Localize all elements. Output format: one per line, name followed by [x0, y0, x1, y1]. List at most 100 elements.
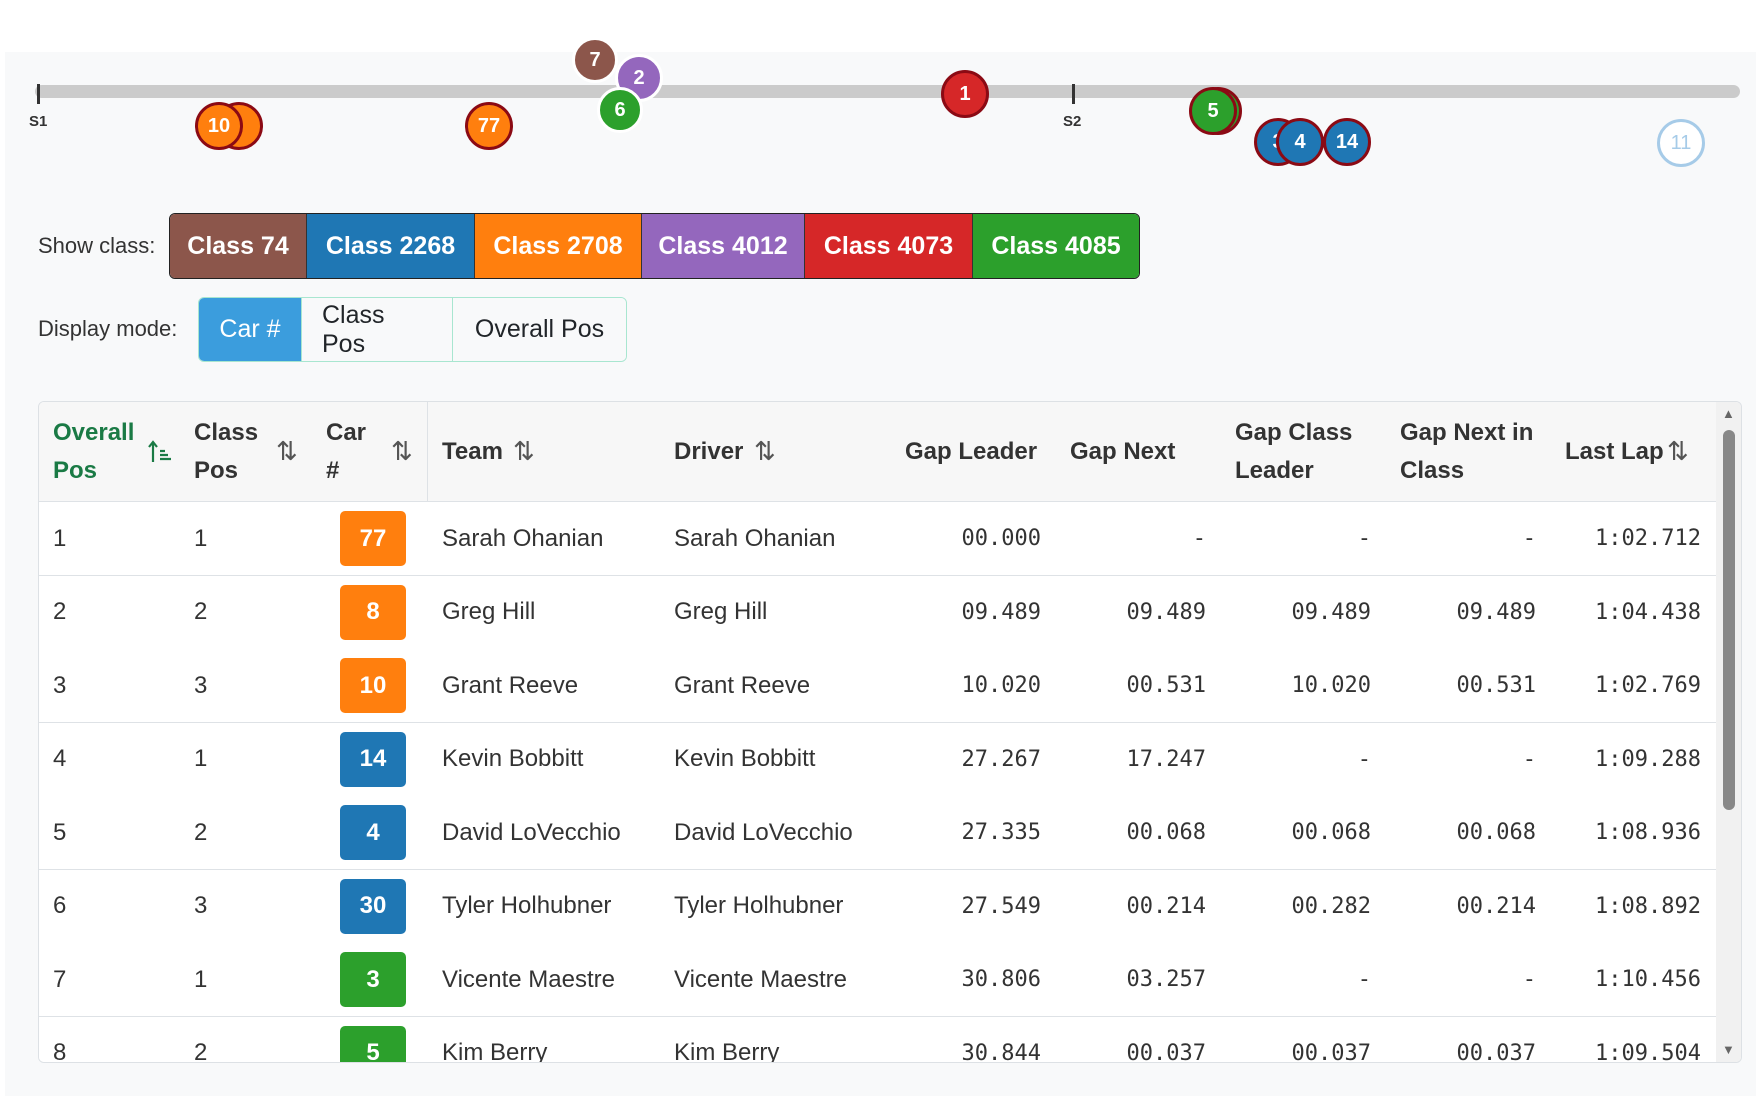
header-gap-leader[interactable]: Gap Leader	[905, 402, 1037, 501]
team-cell: David LoVecchio	[442, 818, 621, 846]
overall-cell: 2	[53, 598, 67, 625]
standings-table: Overall Pos Class Pos ⇅ Car # ⇅ Team ⇅ Driv…	[38, 401, 1742, 1063]
table-row[interactable]: 7 1 3 Vicente Maestre Vicente Maestre 30.806 0…	[39, 943, 1716, 1017]
gap-class-leader-cell: 10.020	[1291, 673, 1371, 698]
header-car[interactable]: Car #	[326, 402, 376, 501]
gap-next-in-class-cell: 00.214	[1456, 893, 1536, 919]
class-pos-cell: 2	[194, 1039, 208, 1063]
class-filter-button[interactable]: Class 4085	[973, 214, 1139, 278]
table-scrollbar[interactable]: ▲ ▼	[1716, 402, 1741, 1062]
class-filter-button[interactable]: Class 4012	[642, 214, 805, 278]
class-filter-button[interactable]: Class 4073	[805, 214, 973, 278]
car-marker[interactable]: 10	[195, 102, 243, 150]
team-cell: Greg Hill	[442, 598, 536, 625]
class-pos-cell: 1	[194, 745, 208, 772]
gap-leader-cell: 30.844	[961, 1040, 1041, 1063]
gap-next-cell: 00.068	[1126, 820, 1206, 845]
header-text: Car	[326, 418, 367, 446]
car-cell: 30	[340, 870, 410, 943]
gap-leader-cell: 27.549	[961, 893, 1041, 919]
car-marker[interactable]: 6	[597, 87, 643, 133]
scroll-down-icon[interactable]: ▼	[1722, 1042, 1735, 1057]
sort-icon[interactable]: ⇅	[513, 402, 535, 501]
team-cell: Kevin Bobbitt	[442, 745, 584, 772]
class-filter-group: Class 74 Class 2268 Class 2708 Class 401…	[169, 213, 1140, 279]
overall-cell: 5	[53, 818, 67, 846]
sort-icon[interactable]: ⇅	[391, 402, 413, 501]
driver-cell: Greg Hill	[674, 598, 768, 625]
scrollbar-thumb[interactable]	[1723, 430, 1735, 810]
header-gap-next-in-class[interactable]: Gap Next in Class	[1400, 402, 1533, 501]
gap-next-in-class-cell: -	[1522, 526, 1536, 551]
car-number-badge: 4	[340, 805, 406, 860]
class-filter-button[interactable]: Class 74	[170, 214, 307, 278]
gap-next-cell: 17.247	[1126, 746, 1206, 772]
gap-next-cell: 03.257	[1126, 967, 1206, 992]
gap-next-cell: 00.037	[1126, 1040, 1206, 1063]
team-cell: Kim Berry	[442, 1039, 548, 1063]
overall-cell: 1	[53, 524, 67, 552]
team-cell: Sarah Ohanian	[442, 524, 604, 552]
class-pos-cell: 3	[194, 671, 208, 699]
class-pos-cell: 1	[194, 524, 208, 552]
car-marker[interactable]: 77	[465, 102, 513, 150]
sort-asc-icon[interactable]	[146, 402, 174, 501]
overall-cell: 6	[53, 892, 67, 919]
table-row[interactable]: 2 2 8 Greg Hill Greg Hill 09.489 09.489 09.489 0…	[39, 575, 1716, 650]
car-number-badge: 10	[340, 658, 406, 713]
driver-cell: Tyler Holhubner	[674, 892, 844, 919]
gap-next-cell: -	[1192, 526, 1206, 551]
sort-icon[interactable]: ⇅	[1667, 402, 1689, 501]
gap-leader-cell: 00.000	[961, 526, 1041, 551]
overall-cell: 4	[53, 745, 67, 772]
header-text: #	[326, 456, 340, 484]
gap-next-in-class-cell: -	[1522, 967, 1536, 992]
display-mode-label: Display mode:	[38, 316, 178, 341]
driver-cell: Sarah Ohanian	[674, 524, 836, 552]
mode-button-car[interactable]: Car #	[199, 298, 302, 361]
gap-class-leader-cell: 00.037	[1291, 1040, 1371, 1063]
sort-icon[interactable]: ⇅	[276, 402, 298, 501]
table-row[interactable]: 4 1 14 Kevin Bobbitt Kevin Bobbitt 27.267 17.2…	[39, 722, 1716, 797]
gap-next-in-class-cell: 00.531	[1456, 673, 1536, 698]
last-lap-cell: 1:08.892	[1595, 893, 1701, 919]
car-cell: 5	[340, 1017, 410, 1062]
mode-button-overall-pos[interactable]: Overall Pos	[453, 298, 626, 361]
class-filter-button[interactable]: Class 2268	[307, 214, 475, 278]
table-row[interactable]: 6 3 30 Tyler Holhubner Tyler Holhubner 27.549…	[39, 869, 1716, 944]
header-last-lap[interactable]: Last Lap	[1565, 402, 1664, 501]
gap-next-cell: 00.214	[1126, 893, 1206, 919]
scroll-up-icon[interactable]: ▲	[1722, 406, 1735, 421]
table-row[interactable]: 8 2 5 Kim Berry Kim Berry 30.844 00.037 00.037 0…	[39, 1016, 1716, 1063]
header-team[interactable]: Team	[442, 402, 503, 501]
car-marker[interactable]: 5	[1189, 87, 1237, 135]
gap-next-in-class-cell: -	[1522, 746, 1536, 772]
car-marker[interactable]: 7	[572, 37, 618, 83]
team-cell: Grant Reeve	[442, 671, 579, 699]
header-overall-pos[interactable]: Overall Pos	[53, 402, 148, 501]
car-number-badge: 8	[340, 584, 406, 640]
sort-icon[interactable]: ⇅	[754, 402, 776, 501]
last-lap-cell: 1:08.936	[1595, 820, 1701, 845]
car-marker[interactable]: 4	[1276, 118, 1324, 166]
car-cell: 8	[340, 576, 410, 649]
class-filter-button[interactable]: Class 2708	[475, 214, 642, 278]
overall-cell: 8	[53, 1039, 67, 1063]
table-row[interactable]: 3 3 10 Grant Reeve Grant Reeve 10.020 00.531 10…	[39, 649, 1716, 723]
gap-leader-cell: 30.806	[961, 967, 1041, 992]
car-number-badge: 3	[340, 952, 406, 1007]
car-marker[interactable]: 14	[1323, 118, 1371, 166]
table-row[interactable]: 1 1 77 Sarah Ohanian Sarah Ohanian 00.000 - - - 1…	[39, 502, 1716, 576]
header-class-pos[interactable]: Class Pos	[194, 402, 274, 501]
driver-cell: Grant Reeve	[674, 671, 811, 699]
car-cell: 77	[340, 502, 410, 575]
header-gap-class-leader[interactable]: Gap Class Leader	[1235, 402, 1352, 501]
car-number-badge: 30	[340, 878, 406, 934]
car-marker[interactable]: 11	[1657, 119, 1705, 167]
table-row[interactable]: 5 2 4 David LoVecchio David LoVecchio 27.335 0…	[39, 796, 1716, 870]
car-marker[interactable]: 1	[941, 70, 989, 118]
mode-button-class-pos[interactable]: Class Pos	[302, 298, 453, 361]
header-gap-next[interactable]: Gap Next	[1070, 402, 1175, 501]
header-driver[interactable]: Driver	[674, 402, 743, 501]
sector-label-s1: S1	[29, 113, 48, 130]
